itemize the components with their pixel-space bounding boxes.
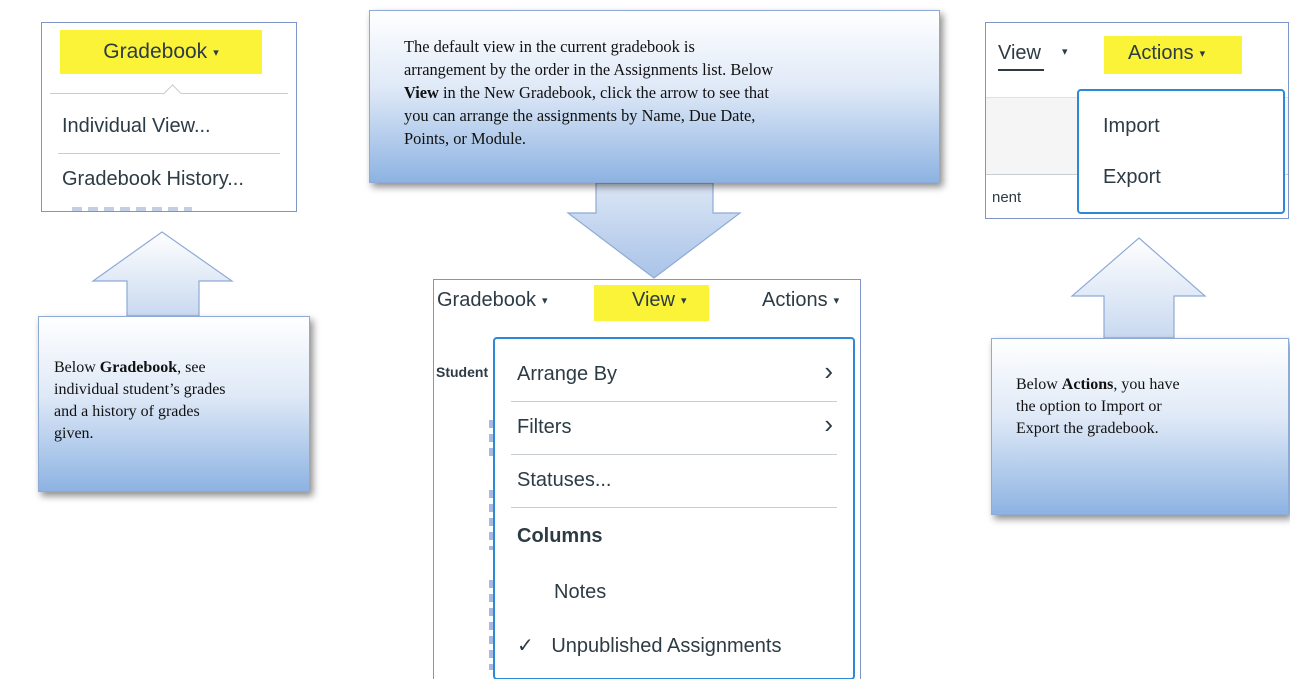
- gradebook-callout-bold: Gradebook: [99, 359, 178, 376]
- actions-callout-line-2: the option to Import or: [1016, 398, 1162, 415]
- arrow-up-gradebook: [91, 231, 234, 317]
- gradebook-explanation-callout: Below Gradebook, see individual student’…: [38, 316, 310, 492]
- view-callout-line-3: View in the New Gradebook, click the arr…: [404, 81, 915, 104]
- actions-callout-line-3: Export the gradebook.: [1016, 420, 1159, 437]
- view-explanation-callout: The default view in the current gradeboo…: [369, 10, 940, 183]
- view-callout-line-4: you can arrange the assignments by Name,…: [404, 106, 756, 125]
- gradebook-callout-line-2: individual student’s grades: [54, 381, 226, 398]
- view-callout-line-1: The default view in the current gradeboo…: [404, 37, 695, 56]
- gradebook-callout-line-4: given.: [54, 425, 94, 442]
- view-callout-line-5: Points, or Module.: [404, 129, 527, 148]
- view-callout-bold: View: [404, 83, 439, 102]
- view-callout-line-2: arrangement by the order in the Assignme…: [404, 60, 774, 79]
- actions-callout-line-1: Below Actions, you have: [1016, 374, 1272, 396]
- actions-callout-line-1-rest: , you have: [1113, 376, 1180, 393]
- view-callout-line-3-rest: in the New Gradebook, click the arrow to…: [438, 83, 769, 102]
- gradebook-callout-line-3: and a history of grades: [54, 403, 200, 420]
- arrow-down-view: [566, 182, 742, 279]
- arrow-up-actions: [1070, 237, 1207, 339]
- gradebook-callout-line-1-rest: , see: [177, 359, 206, 376]
- actions-explanation-callout: Below Actions, you have the option to Im…: [991, 338, 1289, 515]
- actions-callout-bold: Actions: [1061, 376, 1114, 393]
- gradebook-callout-line-1: Below Gradebook, see: [54, 357, 293, 379]
- gradebook-callout-pre: Below: [54, 359, 100, 376]
- actions-callout-pre: Below: [1016, 376, 1062, 393]
